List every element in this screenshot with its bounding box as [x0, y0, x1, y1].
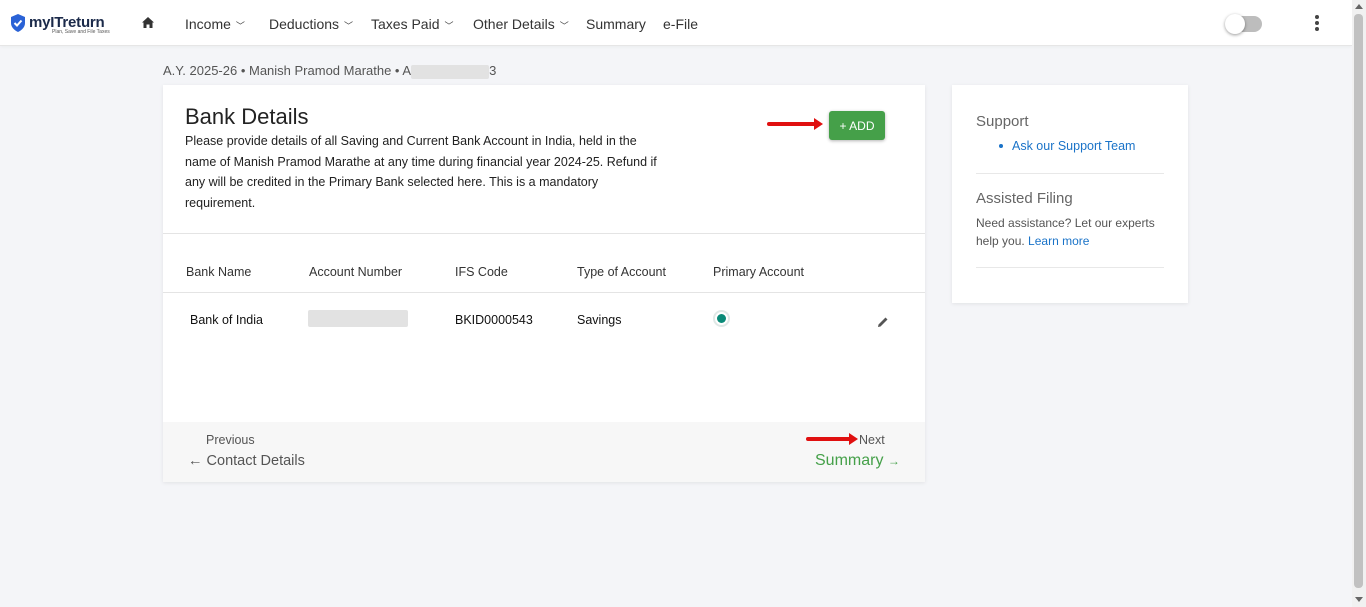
scroll-thumb[interactable] — [1354, 14, 1363, 588]
account-type-cell: Savings — [577, 313, 622, 327]
scroll-up-icon[interactable] — [1355, 4, 1363, 9]
annotation-arrow — [767, 118, 823, 130]
primary-account-radio[interactable] — [713, 310, 730, 327]
col-type-of-account: Type of Account — [577, 265, 666, 279]
col-primary-account: Primary Account — [713, 265, 805, 279]
help-sidebar: Support Ask our Support Team Assisted Fi… — [952, 85, 1188, 303]
col-account-number: Account Number — [309, 265, 403, 279]
col-ifs-code: IFS Code — [455, 265, 508, 279]
previous-label: Previous — [206, 433, 255, 447]
col-bank-name: Bank Name — [186, 265, 252, 279]
support-team-link[interactable]: Ask our Support Team — [1012, 139, 1135, 153]
learn-more-link[interactable]: Learn more — [1028, 234, 1089, 248]
add-bank-button[interactable]: + ADD — [829, 111, 885, 140]
chevron-down-icon: ﹀ — [559, 21, 569, 31]
nav-other-details[interactable]: Other Details ﹀ — [473, 16, 569, 32]
theme-toggle[interactable] — [1225, 14, 1262, 34]
chevron-down-icon: ﹀ — [235, 21, 245, 31]
redacted-pan — [411, 64, 490, 79]
bank-name-cell: Bank of India — [190, 313, 263, 327]
divider — [163, 292, 925, 293]
divider — [163, 233, 925, 234]
brand-logo[interactable]: myITreturn Plan, Save and File Taxes — [10, 12, 110, 38]
chevron-down-icon: ﹀ — [344, 21, 354, 31]
previous-link[interactable]: ← Contact Details — [188, 453, 305, 469]
ifsc-cell: BKID0000543 — [455, 313, 533, 327]
nav-taxes-paid[interactable]: Taxes Paid ﹀ — [371, 16, 454, 32]
brand-tagline: Plan, Save and File Taxes — [52, 29, 110, 35]
breadcrumb: A.Y. 2025-26 • Manish Pramod Marathe • A… — [163, 63, 497, 79]
nav-deductions[interactable]: Deductions ﹀ — [269, 16, 353, 32]
divider — [976, 173, 1164, 174]
nav-efile[interactable]: e-File — [663, 16, 698, 32]
arrow-right-icon: → — [887, 454, 900, 468]
bank-details-card: Bank Details Please provide details of a… — [163, 85, 925, 482]
next-label: Next — [859, 433, 885, 447]
shield-check-icon — [11, 14, 25, 32]
annotation-arrow — [806, 433, 858, 445]
bank-details-description: Please provide details of all Saving and… — [185, 134, 657, 210]
nav-summary[interactable]: Summary — [586, 16, 646, 32]
next-link[interactable]: Summary → — [815, 452, 900, 470]
home-icon[interactable] — [141, 16, 155, 30]
page-title: Bank Details — [185, 104, 309, 129]
arrow-left-icon: ← — [188, 453, 203, 469]
toggle-knob — [1225, 14, 1245, 34]
support-heading: Support — [976, 113, 1029, 130]
nav-income[interactable]: Income ﹀ — [185, 16, 245, 32]
bullet — [999, 144, 1003, 148]
scroll-down-icon[interactable] — [1355, 597, 1363, 602]
scrollbar[interactable] — [1352, 0, 1366, 607]
edit-pencil-icon[interactable] — [876, 315, 890, 329]
kebab-menu-icon[interactable] — [1312, 15, 1322, 33]
redacted-account-number — [308, 310, 408, 327]
chevron-down-icon: ﹀ — [444, 21, 454, 31]
top-navbar: myITreturn Plan, Save and File Taxes Inc… — [0, 0, 1352, 46]
divider — [976, 267, 1164, 268]
assisted-filing-text: Need assistance? Let our experts help yo… — [976, 216, 1155, 248]
assisted-filing-heading: Assisted Filing — [976, 190, 1073, 207]
pager-footer: Previous ← Contact Details Next Summary … — [163, 422, 925, 482]
